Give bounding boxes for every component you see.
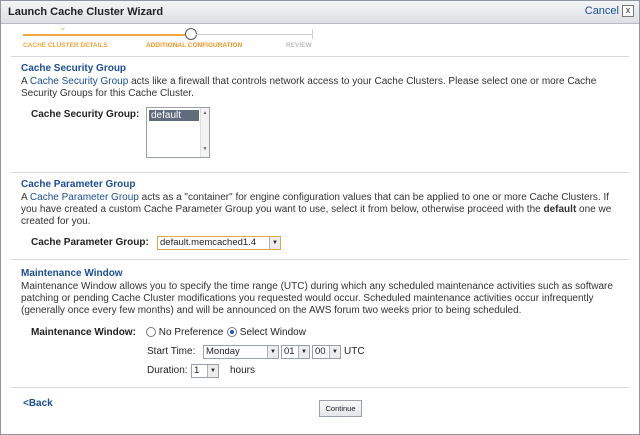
start-minute-value[interactable]: 00 bbox=[315, 346, 326, 357]
divider bbox=[11, 56, 629, 57]
duration-unit: hours bbox=[230, 365, 256, 376]
duration-select[interactable]: 1 ▼ bbox=[191, 364, 219, 378]
start-day-select[interactable]: Monday ▼ bbox=[203, 345, 279, 359]
security-group-listbox[interactable]: default ▲ ▼ bbox=[146, 107, 210, 158]
divider bbox=[11, 172, 629, 173]
divider bbox=[11, 259, 629, 260]
title-bar: Launch Cache Cluster Wizard Cancel x bbox=[1, 1, 639, 24]
parameter-group-value[interactable]: default.memcached1.4 bbox=[160, 237, 256, 248]
parameter-group-help-link[interactable]: Cache Parameter Group bbox=[30, 192, 139, 203]
step-checkmark-icon: ⌄ bbox=[59, 22, 67, 32]
radio-no-preference-icon[interactable] bbox=[146, 327, 156, 338]
dialog-title: Launch Cache Cluster Wizard bbox=[8, 6, 164, 18]
radio-select-window[interactable]: Select Window bbox=[227, 327, 306, 338]
security-group-option-default[interactable]: default bbox=[149, 110, 199, 121]
scroll-up-icon[interactable]: ▲ bbox=[201, 110, 209, 116]
start-minute-select[interactable]: 00 ▼ bbox=[312, 345, 341, 359]
listbox-scrollbar[interactable]: ▲ ▼ bbox=[200, 108, 209, 157]
cancel-link[interactable]: Cancel x bbox=[585, 5, 634, 18]
cancel-label[interactable]: Cancel bbox=[585, 5, 619, 17]
duration-label: Duration: bbox=[147, 365, 188, 376]
start-day-value[interactable]: Monday bbox=[206, 346, 240, 357]
security-group-section: Cache Security Group A Cache Security Gr… bbox=[21, 63, 621, 100]
parameter-group-section: Cache Parameter Group A Cache Parameter … bbox=[21, 179, 621, 228]
scroll-down-icon[interactable]: ▼ bbox=[201, 146, 209, 152]
step-label-additional-configuration: Additional Configuration bbox=[146, 42, 243, 49]
step-label-cache-cluster-details: Cache Cluster Details bbox=[23, 42, 108, 49]
wizard-dialog: Launch Cache Cluster Wizard Cancel x ⌄ Ca… bbox=[0, 0, 640, 435]
chevron-down-icon[interactable]: ▼ bbox=[329, 346, 340, 358]
parameter-group-description: A Cache Parameter Group acts as a "conta… bbox=[21, 192, 612, 227]
divider bbox=[11, 387, 629, 388]
timezone-label: UTC bbox=[344, 346, 365, 357]
chevron-down-icon[interactable]: ▼ bbox=[298, 346, 309, 358]
security-group-description: A Cache Security Group acts like a firew… bbox=[21, 76, 597, 99]
duration-value[interactable]: 1 bbox=[194, 365, 199, 376]
chevron-down-icon[interactable]: ▼ bbox=[267, 346, 278, 358]
maintenance-section: Maintenance Window Maintenance Window al… bbox=[21, 268, 621, 317]
parameter-group-select[interactable]: default.memcached1.4 ▼ bbox=[157, 236, 281, 250]
parameter-group-label: Cache Parameter Group: bbox=[31, 237, 149, 248]
maintenance-window-label: Maintenance Window: bbox=[31, 327, 136, 338]
start-hour-select[interactable]: 01 ▼ bbox=[281, 345, 310, 359]
maintenance-heading: Maintenance Window bbox=[21, 268, 123, 279]
step-label-review: Review bbox=[286, 42, 312, 49]
back-link[interactable]: <Back bbox=[23, 398, 53, 409]
wizard-progress: ⌄ Cache Cluster Details Additional Confi… bbox=[1, 22, 639, 56]
start-hour-value[interactable]: 01 bbox=[284, 346, 295, 357]
security-group-label: Cache Security Group: bbox=[31, 109, 140, 120]
progress-line-end bbox=[312, 29, 313, 39]
start-time-label: Start Time: bbox=[147, 346, 196, 357]
radio-select-window-icon[interactable] bbox=[227, 327, 237, 338]
chevron-down-icon[interactable]: ▼ bbox=[269, 237, 280, 249]
continue-button[interactable]: Continue bbox=[319, 400, 362, 417]
chevron-down-icon[interactable]: ▼ bbox=[207, 365, 218, 377]
progress-line-remaining bbox=[196, 34, 313, 35]
parameter-group-heading: Cache Parameter Group bbox=[21, 179, 136, 190]
progress-line-completed bbox=[23, 34, 185, 36]
close-icon[interactable]: x bbox=[622, 5, 634, 18]
radio-no-preference[interactable]: No Preference bbox=[146, 327, 223, 338]
security-group-heading: Cache Security Group bbox=[21, 63, 127, 74]
maintenance-description: Maintenance Window allows you to specify… bbox=[21, 281, 613, 316]
security-group-help-link[interactable]: Cache Security Group bbox=[30, 76, 128, 87]
